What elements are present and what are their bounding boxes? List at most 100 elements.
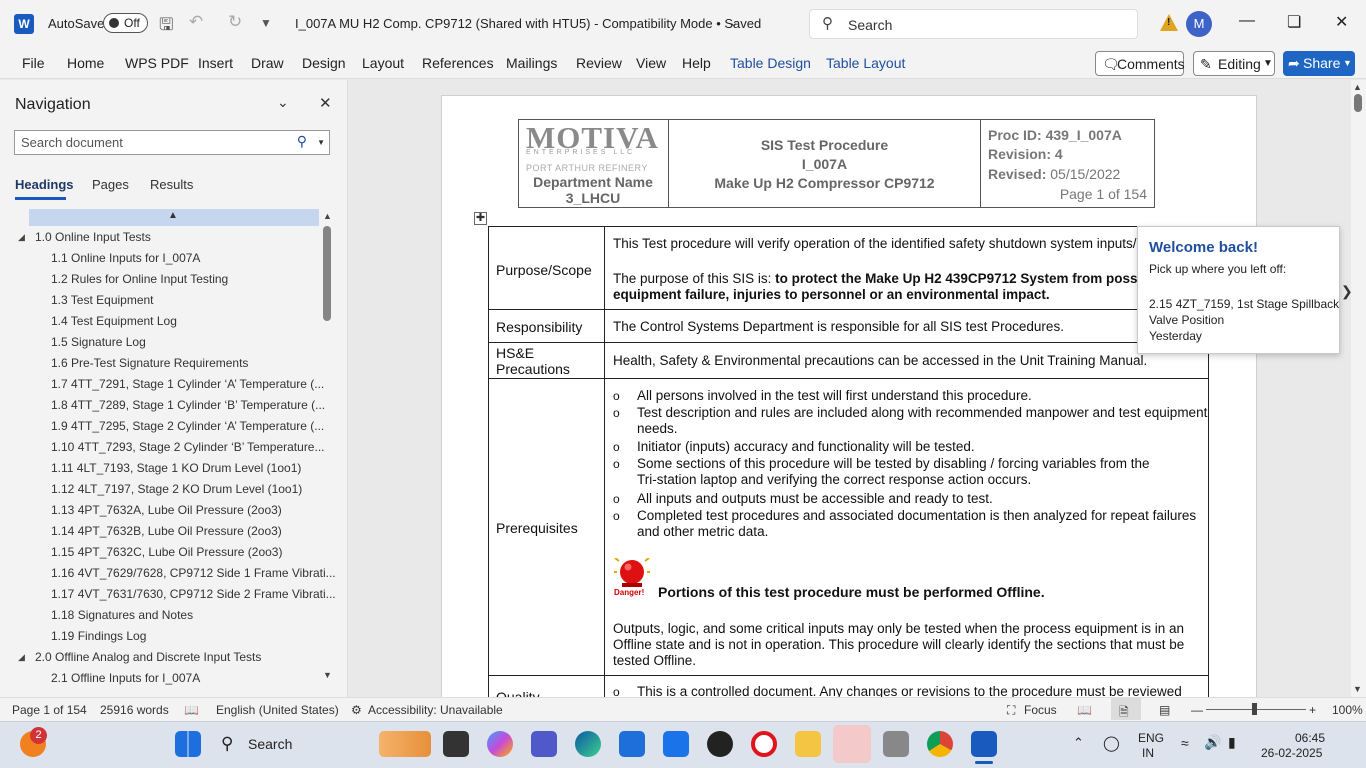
battery-icon[interactable]: ▮ bbox=[1228, 734, 1236, 751]
page-indicator[interactable]: Page 1 of 154 bbox=[12, 703, 87, 717]
restore-icon[interactable]: ❏ bbox=[1287, 12, 1301, 32]
read-mode-icon[interactable]: 📖 bbox=[1077, 703, 1092, 717]
nav-heading-item[interactable]: 1.13 4PT_7632A, Lube Oil Pressure (2oo3) bbox=[51, 503, 282, 517]
popup-section-link[interactable]: 2.15 4ZT_7159, 1st Stage Spillback bbox=[1149, 297, 1339, 311]
media-icon[interactable] bbox=[883, 731, 909, 757]
nav-heading-item[interactable]: 1.6 Pre-Test Signature Requirements bbox=[51, 356, 248, 370]
close-icon[interactable]: ✕ bbox=[1335, 12, 1348, 32]
tab-wps-pdf[interactable]: WPS PDF bbox=[125, 55, 189, 71]
scroll-down-icon[interactable]: ▼ bbox=[323, 670, 332, 680]
share-button[interactable]: ➦ Share ▼ bbox=[1283, 51, 1355, 76]
nav-heading-item[interactable]: 1.9 4TT_7295, Stage 2 Cylinder ‘A’ Tempe… bbox=[51, 419, 324, 433]
tab-home[interactable]: Home bbox=[67, 55, 104, 71]
search-box[interactable]: ⚲ Search bbox=[809, 9, 1138, 39]
minimize-icon[interactable]: — bbox=[1239, 12, 1255, 30]
terminal-icon[interactable] bbox=[443, 731, 469, 757]
warning-icon[interactable]: ! bbox=[1160, 14, 1178, 31]
scroll-down-icon[interactable]: ▼ bbox=[1353, 684, 1362, 694]
nav-heading-item[interactable]: 1.15 4PT_7632C, Lube Oil Pressure (2oo3) bbox=[51, 545, 282, 559]
collapse-all-bar[interactable]: ▲ bbox=[29, 209, 319, 226]
clock-date[interactable]: 26-02-2025 bbox=[1261, 746, 1322, 760]
nav-heading-item[interactable]: 1.7 4TT_7291, Stage 1 Cylinder ‘A’ Tempe… bbox=[51, 377, 324, 391]
chevron-up-icon[interactable]: ⌃ bbox=[1073, 735, 1084, 751]
nav-heading-item[interactable]: 1.12 4LT_7197, Stage 2 KO Drum Level (1o… bbox=[51, 482, 302, 496]
nav-heading-item[interactable]: 1.14 4PT_7632B, Lube Oil Pressure (2oo3) bbox=[51, 524, 282, 538]
start-icon[interactable] bbox=[175, 731, 201, 757]
search-icon[interactable]: ⚲ bbox=[221, 734, 233, 754]
avatar[interactable]: M bbox=[1186, 11, 1212, 37]
zoom-slider-thumb[interactable] bbox=[1252, 703, 1257, 715]
wifi-icon[interactable]: ≈ bbox=[1181, 735, 1189, 751]
file-explorer-icon[interactable] bbox=[795, 731, 821, 757]
tab-layout[interactable]: Layout bbox=[362, 55, 404, 71]
chevron-down-icon[interactable]: ▼ bbox=[317, 138, 325, 147]
nav-heading-item[interactable]: 1.19 Findings Log bbox=[51, 629, 146, 643]
tab-references[interactable]: References bbox=[422, 55, 494, 71]
scroll-up-icon[interactable]: ▲ bbox=[1353, 82, 1362, 92]
nav-scrollbar-thumb[interactable] bbox=[323, 226, 331, 321]
opera-icon[interactable] bbox=[751, 731, 777, 757]
tab-insert[interactable]: Insert bbox=[198, 55, 233, 71]
zoom-level[interactable]: 100% bbox=[1332, 703, 1363, 717]
tab-view[interactable]: View bbox=[636, 55, 666, 71]
network-icon[interactable]: ◯ bbox=[1103, 734, 1120, 752]
tab-table-layout[interactable]: Table Layout bbox=[826, 55, 905, 71]
language-line-1[interactable]: ENG bbox=[1138, 731, 1164, 745]
nav-heading-item[interactable]: 1.1 Online Inputs for I_007A bbox=[51, 251, 200, 265]
language[interactable]: English (United States) bbox=[216, 703, 339, 717]
dell-icon[interactable] bbox=[707, 731, 733, 757]
store-icon[interactable] bbox=[619, 731, 645, 757]
nav-heading-item[interactable]: 1.3 Test Equipment bbox=[51, 293, 154, 307]
scroll-up-icon[interactable]: ▲ bbox=[323, 211, 332, 221]
expand-collapse-icon[interactable]: ◢ bbox=[18, 652, 25, 663]
tab-headings[interactable]: Headings bbox=[15, 177, 74, 192]
tab-design[interactable]: Design bbox=[302, 55, 346, 71]
nav-heading-item[interactable]: 2.1 Offline Inputs for I_007A bbox=[51, 671, 200, 685]
nav-heading-item[interactable]: 1.4 Test Equipment Log bbox=[51, 314, 177, 328]
teams-icon[interactable] bbox=[531, 731, 557, 757]
volume-icon[interactable]: 🔊 bbox=[1204, 734, 1221, 751]
nav-heading-item[interactable]: 1.17 4VT_7631/7630, CP9712 Side 2 Frame … bbox=[51, 587, 336, 601]
word-icon[interactable] bbox=[971, 731, 997, 757]
tab-pages[interactable]: Pages bbox=[92, 177, 129, 192]
tab-file[interactable]: File bbox=[22, 55, 45, 71]
copilot-icon[interactable] bbox=[487, 731, 513, 757]
expand-collapse-icon[interactable]: ◢ bbox=[18, 232, 25, 243]
language-line-2[interactable]: IN bbox=[1142, 746, 1154, 760]
accessibility-status[interactable]: Accessibility: Unavailable bbox=[368, 703, 503, 717]
document-title[interactable]: I_007A MU H2 Comp. CP9712 (Shared with H… bbox=[295, 16, 761, 31]
nav-heading-item[interactable]: 1.8 4TT_7289, Stage 1 Cylinder ‘B’ Tempe… bbox=[51, 398, 325, 412]
taskbar-search[interactable]: Search bbox=[248, 736, 292, 752]
tab-help[interactable]: Help bbox=[682, 55, 711, 71]
nav-heading-item[interactable]: 1.5 Signature Log bbox=[51, 335, 146, 349]
editing-mode-button[interactable]: ✎ Editing ▼ bbox=[1193, 51, 1275, 76]
nav-heading-item[interactable]: 1.16 4VT_7629/7628, CP9712 Side 1 Frame … bbox=[51, 566, 336, 580]
chevron-down-icon[interactable]: ⌄ bbox=[729, 16, 738, 29]
mail-icon[interactable] bbox=[663, 731, 689, 757]
paint-icon[interactable] bbox=[379, 731, 431, 757]
word-count[interactable]: 25916 words bbox=[100, 703, 169, 717]
save-icon[interactable]: 🖫 bbox=[159, 12, 173, 41]
nav-heading-item[interactable]: 1.10 4TT_7293, Stage 2 Cylinder ‘B’ Temp… bbox=[51, 440, 325, 454]
customize-toolbar-icon[interactable]: ▼ bbox=[260, 16, 272, 30]
nav-heading-item[interactable]: 2.0 Offline Analog and Discrete Input Te… bbox=[35, 650, 261, 664]
undo-icon[interactable]: ↶ bbox=[189, 12, 203, 32]
edge-icon[interactable] bbox=[575, 731, 601, 757]
search-document-input[interactable]: Search document ⚲ ▼ bbox=[14, 130, 330, 155]
tab-results[interactable]: Results bbox=[150, 177, 193, 192]
zoom-in-icon[interactable]: + bbox=[1309, 703, 1316, 717]
document-scrollbar[interactable] bbox=[1351, 80, 1366, 697]
tab-table-design[interactable]: Table Design bbox=[730, 55, 811, 71]
document-scrollbar-thumb[interactable] bbox=[1354, 94, 1362, 112]
chevron-down-icon[interactable]: ⌄ bbox=[277, 94, 289, 111]
close-icon[interactable]: ✕ bbox=[319, 94, 332, 112]
web-layout-icon[interactable]: ▤ bbox=[1159, 703, 1170, 717]
table-move-handle[interactable]: ✚ bbox=[474, 212, 487, 225]
zoom-out-icon[interactable]: — bbox=[1191, 703, 1203, 717]
tab-draw[interactable]: Draw bbox=[251, 55, 284, 71]
clock-time[interactable]: 06:45 bbox=[1295, 731, 1325, 745]
popup-section-link-2[interactable]: Valve Position bbox=[1149, 313, 1224, 327]
nav-heading-item[interactable]: 1.2 Rules for Online Input Testing bbox=[51, 272, 228, 286]
nav-heading-item[interactable]: 1.11 4LT_7193, Stage 1 KO Drum Level (1o… bbox=[51, 461, 301, 475]
tab-mailings[interactable]: Mailings bbox=[506, 55, 557, 71]
